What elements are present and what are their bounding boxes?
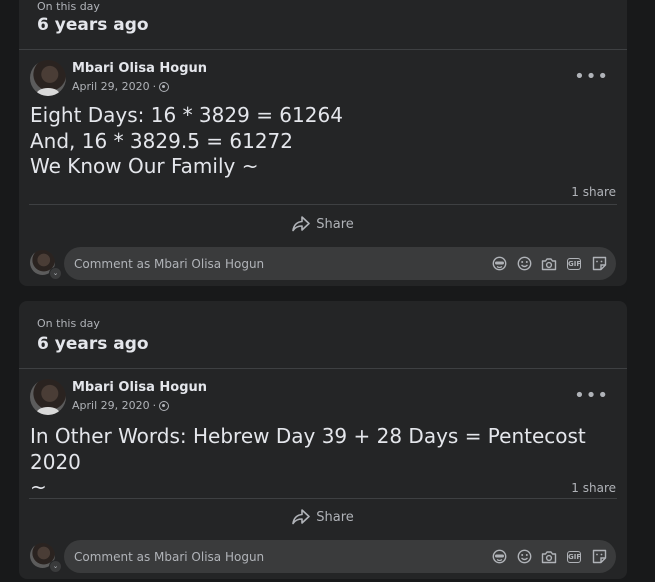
date-separator: ·	[152, 399, 157, 412]
comment-tools: GIF	[490, 255, 608, 273]
divider	[29, 204, 617, 205]
author-name[interactable]: Mbari Olisa Hogun	[72, 380, 207, 395]
post-date: April 29, 2020 ·	[72, 80, 170, 93]
gif-text: GIF	[567, 257, 582, 270]
on-this-day-label: On this day	[37, 317, 100, 330]
post-line: And, 16 * 3829.5 = 61272	[30, 128, 294, 153]
gif-text: GIF	[567, 550, 582, 563]
gif-icon[interactable]: GIF	[565, 255, 583, 273]
share-button[interactable]: Share	[19, 213, 627, 235]
share-count[interactable]: 1 share	[571, 185, 616, 199]
sticker-icon[interactable]	[590, 255, 608, 273]
sticker-icon[interactable]	[590, 548, 608, 566]
chevron-down-icon[interactable]: ⌄	[49, 267, 62, 280]
share-button[interactable]: Share	[19, 506, 627, 528]
years-ago-heading: 6 years ago	[37, 334, 149, 354]
on-this-day-label: On this day	[37, 0, 100, 13]
globe-icon[interactable]	[159, 400, 170, 411]
memory-card: On this day 6 years ago Mbari Olisa Hogu…	[19, 301, 627, 579]
comment-placeholder: Comment as Mbari Olisa Hogun	[74, 549, 265, 564]
post-date-text[interactable]: April 29, 2020	[72, 399, 150, 412]
post-text: Eight Days: 16 * 3829 = 61264 And, 16 * …	[30, 103, 617, 180]
comment-tools: GIF	[490, 548, 608, 566]
share-count[interactable]: 1 share	[571, 481, 616, 495]
post-date-text[interactable]: April 29, 2020	[72, 80, 150, 93]
author-avatar[interactable]	[30, 379, 66, 415]
post-line: Eight Days: 16 * 3829 = 61264	[30, 103, 343, 127]
avatar-sticker-icon[interactable]	[490, 255, 508, 273]
comment-placeholder: Comment as Mbari Olisa Hogun	[74, 256, 265, 271]
divider	[19, 368, 627, 369]
comment-input[interactable]: Comment as Mbari Olisa Hogun GIF	[64, 540, 616, 573]
divider	[19, 49, 627, 50]
years-ago-heading: 6 years ago	[37, 15, 149, 35]
gif-icon[interactable]: GIF	[565, 548, 583, 566]
comment-input[interactable]: Comment as Mbari Olisa Hogun GIF	[64, 247, 616, 280]
post-line: We Know Our Family ~	[30, 154, 259, 178]
more-options-icon[interactable]: •••	[574, 387, 609, 405]
camera-icon[interactable]	[540, 548, 558, 566]
emoji-icon[interactable]	[515, 255, 533, 273]
more-options-icon[interactable]: •••	[574, 68, 609, 86]
post-text: In Other Words: Hebrew Day 39 + 28 Days …	[30, 424, 617, 501]
memory-card: On this day 6 years ago Mbari Olisa Hogu…	[19, 0, 627, 286]
chevron-down-icon[interactable]: ⌄	[49, 560, 62, 573]
divider	[29, 498, 617, 499]
author-avatar[interactable]	[30, 60, 66, 96]
share-label: Share	[316, 509, 354, 525]
post-line: In Other Words: Hebrew Day 39 + 28 Days …	[30, 424, 586, 474]
author-name[interactable]: Mbari Olisa Hogun	[72, 61, 207, 76]
share-arrow-icon	[292, 509, 311, 525]
post-line: ~	[30, 475, 47, 499]
post-date: April 29, 2020 ·	[72, 399, 170, 412]
emoji-icon[interactable]	[515, 548, 533, 566]
globe-icon[interactable]	[159, 81, 170, 92]
share-arrow-icon	[292, 216, 311, 232]
camera-icon[interactable]	[540, 255, 558, 273]
avatar-sticker-icon[interactable]	[490, 548, 508, 566]
date-separator: ·	[152, 80, 157, 93]
share-label: Share	[316, 216, 354, 232]
